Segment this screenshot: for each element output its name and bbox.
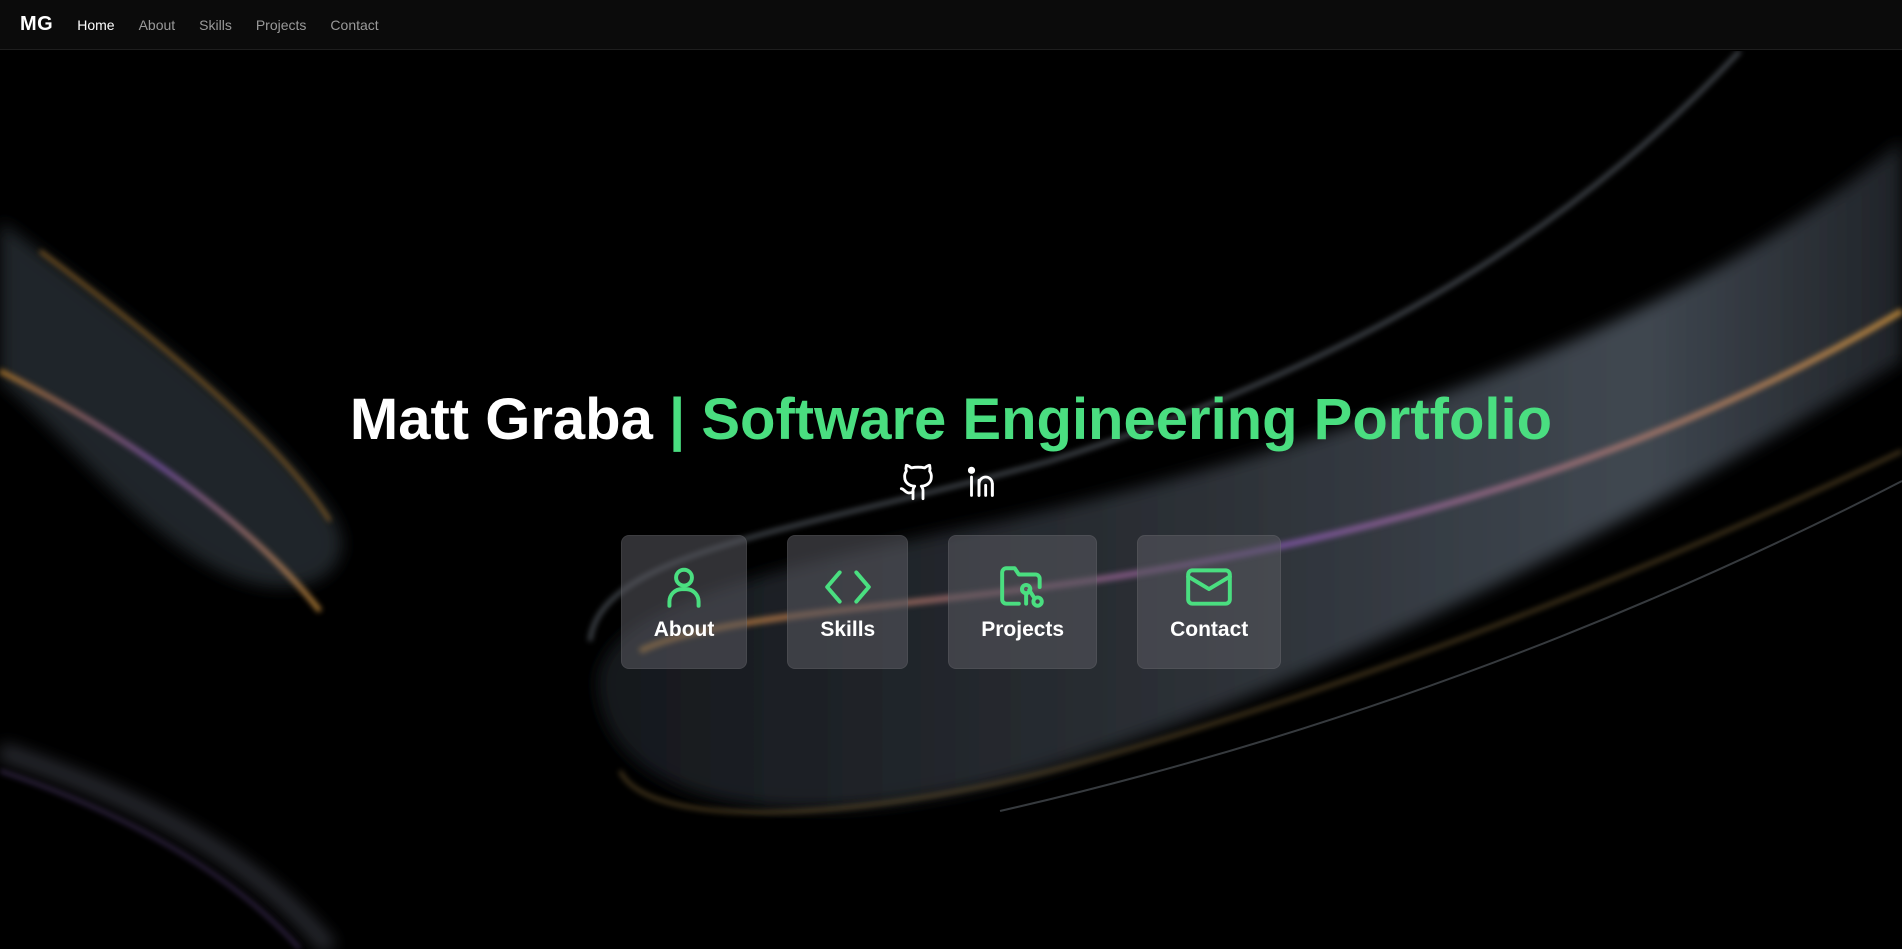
- folder-icon: [999, 566, 1044, 608]
- social-links: [0, 462, 1902, 502]
- skills-card-label: Skills: [820, 618, 876, 641]
- github-icon[interactable]: [898, 462, 938, 502]
- linkedin-icon[interactable]: [964, 462, 1004, 502]
- projects-card-label: Projects: [981, 618, 1065, 641]
- navbar: MG Home About Skills Projects Contact: [0, 0, 1902, 50]
- nav-link-home[interactable]: Home: [77, 17, 114, 33]
- section-cards: About Skills Projects Contact: [0, 535, 1902, 669]
- skills-card[interactable]: Skills: [787, 535, 909, 669]
- nav-link-contact[interactable]: Contact: [330, 17, 378, 33]
- projects-card[interactable]: Projects: [948, 535, 1098, 669]
- hero-name: Matt Graba: [349, 387, 653, 452]
- about-card[interactable]: About: [620, 535, 748, 669]
- user-icon: [667, 567, 701, 608]
- hero-subtitle: Software Engineering Portfolio: [701, 387, 1553, 452]
- contact-card[interactable]: Contact: [1137, 535, 1282, 669]
- hero-separator: |: [652, 387, 702, 452]
- mail-icon: [1186, 568, 1232, 606]
- code-icon: [824, 570, 871, 604]
- page: MG Home About Skills Projects Contact Ma…: [0, 0, 1902, 949]
- hero-title: Matt Graba | Software Engineering Portfo…: [0, 385, 1902, 455]
- nav-link-skills[interactable]: Skills: [199, 17, 232, 33]
- about-card-label: About: [653, 618, 715, 641]
- brand-logo[interactable]: MG: [20, 13, 53, 36]
- contact-card-label: Contact: [1170, 618, 1249, 641]
- nav-link-about[interactable]: About: [139, 17, 176, 33]
- nav-link-projects[interactable]: Projects: [256, 17, 307, 33]
